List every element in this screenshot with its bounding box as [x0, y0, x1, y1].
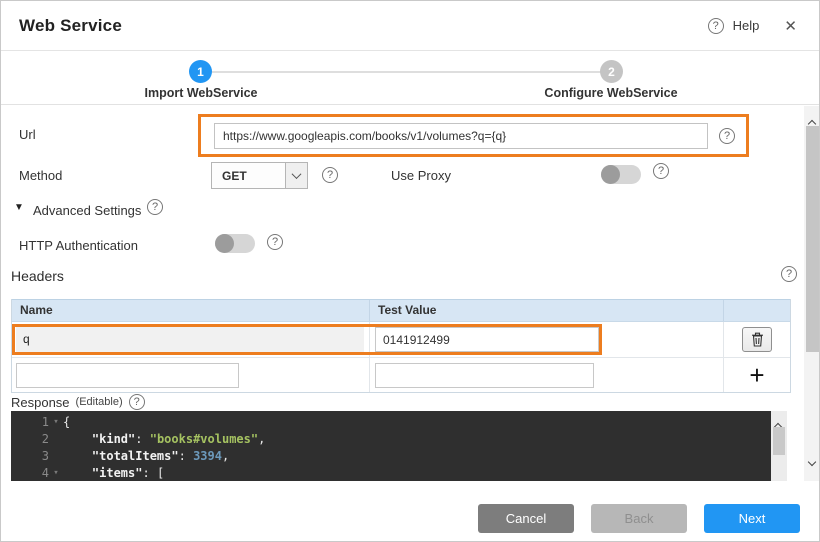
- titlebar: Web Service ? Help ✕: [1, 1, 819, 51]
- step-2-label: Configure WebService: [501, 86, 721, 100]
- chevron-down-icon: [292, 169, 302, 179]
- editor-scrollbar-thumb[interactable]: [773, 427, 785, 455]
- headers-section-title: Headers: [11, 268, 64, 284]
- response-editor[interactable]: 1▾{2 "kind": "books#volumes",3 "totalIte…: [11, 411, 771, 481]
- table-row-empty: +: [12, 358, 790, 392]
- url-label: Url: [19, 127, 36, 142]
- main-scrollbar-thumb[interactable]: [806, 126, 819, 352]
- new-header-value-input[interactable]: [375, 363, 594, 388]
- new-header-name-input[interactable]: [16, 363, 239, 388]
- response-help-icon[interactable]: ?: [129, 394, 145, 410]
- collapse-triangle-icon[interactable]: ▼: [14, 202, 24, 213]
- trash-icon: [751, 332, 764, 347]
- cancel-button[interactable]: Cancel: [478, 504, 574, 533]
- url-help-icon[interactable]: ?: [719, 128, 735, 144]
- column-header-name: Name: [12, 300, 370, 321]
- editor-scrollbar[interactable]: [771, 411, 787, 481]
- method-select[interactable]: GET: [211, 162, 308, 189]
- dialog-footer: Cancel Back Next: [1, 481, 820, 542]
- step-1-circle[interactable]: 1: [189, 60, 212, 83]
- header-name-cell[interactable]: q: [16, 327, 364, 352]
- stepper-connector: [212, 71, 602, 73]
- step-1-label: Import WebService: [91, 86, 311, 100]
- response-editor-lines: 1▾{2 "kind": "books#volumes",3 "totalIte…: [11, 414, 771, 481]
- advanced-settings-label[interactable]: Advanced Settings: [33, 203, 141, 218]
- url-highlight-box: ?: [198, 114, 749, 157]
- fold-caret-icon: [49, 448, 63, 465]
- help-icon[interactable]: ?: [708, 18, 724, 34]
- next-button[interactable]: Next: [704, 504, 800, 533]
- table-row: q: [12, 322, 790, 358]
- headers-table: Name Test Value q: [11, 299, 791, 393]
- http-auth-label: HTTP Authentication: [19, 238, 138, 253]
- use-proxy-toggle[interactable]: [601, 165, 641, 184]
- use-proxy-help-icon[interactable]: ?: [653, 163, 669, 179]
- close-icon[interactable]: ✕: [784, 17, 797, 35]
- fold-caret-icon: [49, 431, 63, 448]
- web-service-dialog: Web Service ? Help ✕ 1 2 Import WebServi…: [0, 0, 820, 542]
- wizard-stepper: 1 2 Import WebService Configure WebServi…: [1, 51, 819, 105]
- fold-caret-icon[interactable]: ▾: [49, 465, 63, 481]
- dialog-title: Web Service: [19, 16, 122, 36]
- method-dropdown-arrow[interactable]: [285, 163, 307, 188]
- toggle-knob: [601, 165, 620, 184]
- column-header-test-value: Test Value: [370, 300, 724, 321]
- scroll-down-icon[interactable]: [808, 458, 816, 466]
- http-auth-help-icon[interactable]: ?: [267, 234, 283, 250]
- back-button[interactable]: Back: [591, 504, 687, 533]
- code-line: 1▾{: [11, 414, 771, 431]
- code-line: 2 "kind": "books#volumes",: [11, 431, 771, 448]
- delete-row-button[interactable]: [742, 327, 772, 352]
- toggle-knob: [215, 234, 234, 253]
- advanced-settings-help-icon[interactable]: ?: [147, 199, 163, 215]
- headers-help-icon[interactable]: ?: [781, 266, 797, 282]
- headers-table-head: Name Test Value: [12, 299, 790, 322]
- code-line: 4▾ "items": [: [11, 465, 771, 481]
- url-input[interactable]: [214, 123, 708, 149]
- help-link[interactable]: Help: [733, 18, 760, 33]
- method-help-icon[interactable]: ?: [322, 167, 338, 183]
- header-test-value-input[interactable]: [375, 327, 599, 352]
- method-label: Method: [19, 168, 62, 183]
- response-label: Response: [11, 395, 70, 410]
- step-2-circle[interactable]: 2: [600, 60, 623, 83]
- code-line: 3 "totalItems": 3394,: [11, 448, 771, 465]
- use-proxy-label: Use Proxy: [391, 168, 451, 183]
- add-row-button[interactable]: +: [749, 363, 764, 388]
- main-scrollbar[interactable]: [804, 106, 820, 481]
- fold-caret-icon[interactable]: ▾: [49, 414, 63, 431]
- method-selected-value: GET: [212, 169, 285, 183]
- response-editable-label: (Editable): [76, 396, 123, 408]
- dialog-content: Url ? Method GET ? Use Proxy ? ▼ Advance…: [1, 106, 820, 481]
- column-header-actions: [724, 300, 790, 321]
- response-label-row: Response (Editable) ?: [11, 394, 145, 410]
- http-auth-toggle[interactable]: [215, 234, 255, 253]
